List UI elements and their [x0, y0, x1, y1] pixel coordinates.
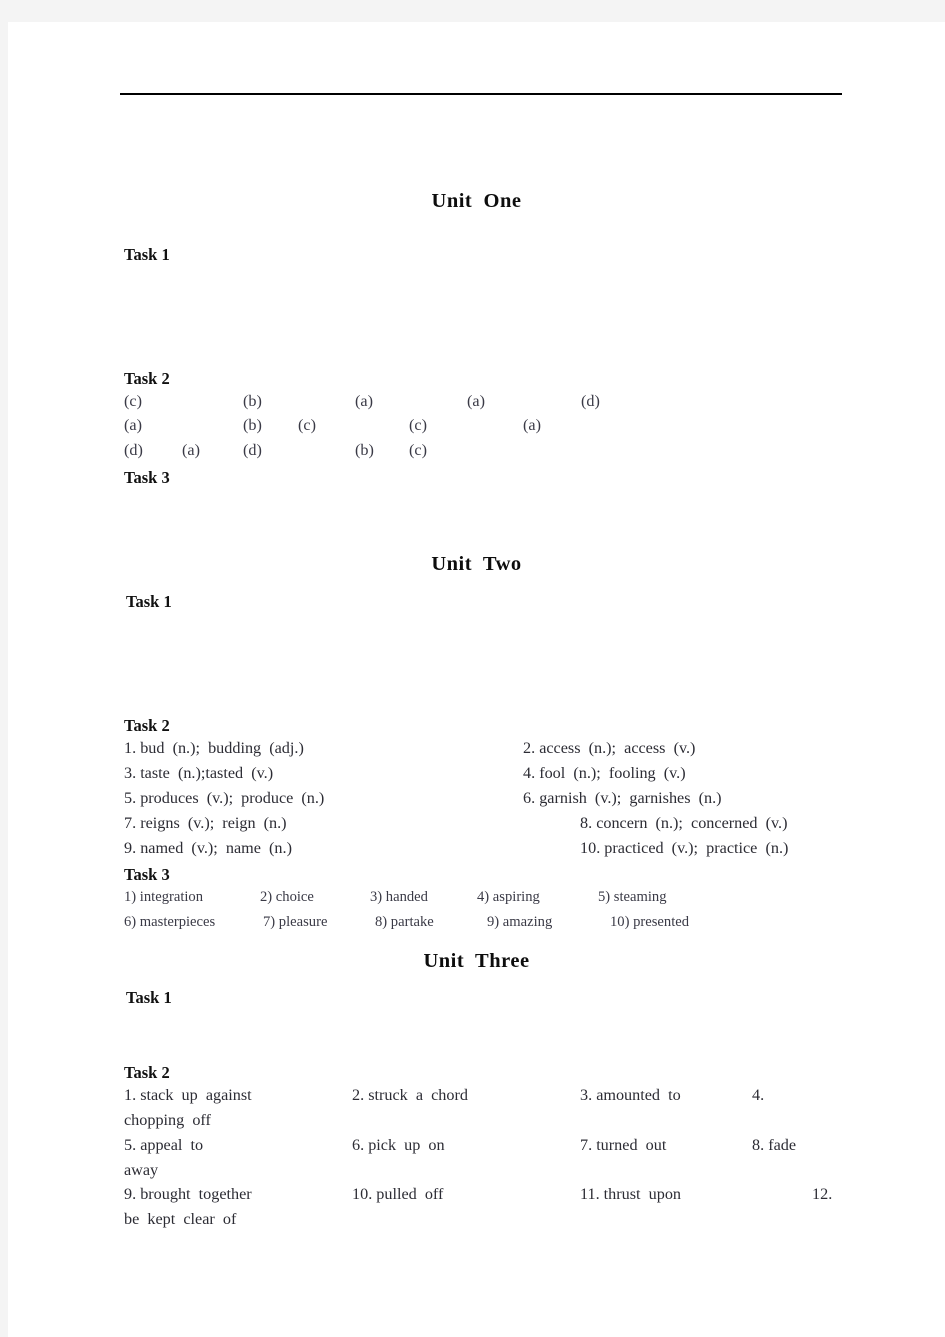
word-form-item: 9. named (v.); name (n.): [124, 839, 292, 857]
cloze-answer: 4) aspiring: [477, 889, 540, 905]
unit-one-task-1-label: Task 1: [124, 245, 170, 264]
unit-one-task-3-label: Task 3: [124, 468, 170, 487]
phrase-item: 5. appeal to: [124, 1136, 204, 1154]
answer-cell: (a): [467, 392, 485, 410]
answer-cell: (d): [243, 441, 262, 459]
answer-cell: (a): [355, 392, 373, 410]
word-form-item: 2. access (n.); access (v.): [523, 739, 696, 757]
answer-cell: (b): [243, 416, 262, 434]
word-form-item: 1. bud (n.); budding (adj.): [124, 739, 304, 757]
unit-one-task-2-label: Task 2: [124, 369, 170, 388]
phrase-item: 4.: [752, 1086, 765, 1104]
phrase-item: 9. brought together: [124, 1185, 252, 1203]
word-form-item: 5. produces (v.); produce (n.): [124, 789, 325, 807]
unit-one-heading: Unit One: [431, 190, 522, 212]
document-page: Unit One Task 1 Task 2 (c) (b) (a) (a) (…: [8, 22, 945, 1337]
unit-two-task-2-label: Task 2: [124, 716, 170, 735]
phrase-item: 6. pick up on: [352, 1136, 445, 1154]
word-form-item: 3. taste (n.);tasted (v.): [124, 764, 274, 782]
answer-cell: (a): [182, 441, 200, 459]
cloze-answer: 2) choice: [260, 889, 314, 905]
answer-cell: (c): [124, 392, 142, 410]
answer-cell: (b): [355, 441, 374, 459]
phrase-item: 11. thrust upon: [580, 1185, 682, 1203]
word-form-item: 7. reigns (v.); reign (n.): [124, 814, 287, 832]
unit-two-heading: Unit Two: [431, 553, 522, 575]
cloze-answer: 8) partake: [375, 914, 434, 930]
cloze-answer: 5) steaming: [598, 889, 667, 905]
word-form-item: 4. fool (n.); fooling (v.): [523, 764, 686, 782]
cloze-answer: 10) presented: [610, 914, 690, 930]
phrase-item: 8. fade: [752, 1136, 797, 1154]
phrase-item: 12.: [812, 1185, 833, 1203]
cloze-answer: 6) masterpieces: [124, 914, 216, 930]
answer-cell: (a): [523, 416, 541, 434]
unit-two-task-3-label: Task 3: [124, 865, 170, 884]
word-form-item: 10. practiced (v.); practice (n.): [580, 839, 789, 857]
phrase-item: 2. struck a chord: [352, 1086, 468, 1104]
cloze-answer: 3) handed: [370, 889, 428, 905]
unit-two-task-1-label: Task 1: [126, 592, 172, 611]
phrase-item: 10. pulled off: [352, 1185, 444, 1203]
word-form-item: 6. garnish (v.); garnishes (n.): [523, 789, 722, 807]
answer-cell: (c): [409, 441, 427, 459]
phrase-item-continuation: away: [124, 1161, 159, 1179]
answer-cell: (d): [581, 392, 600, 410]
cloze-answer: 9) amazing: [487, 914, 553, 930]
phrase-item: 3. amounted to: [580, 1086, 681, 1104]
answer-cell: (d): [124, 441, 143, 459]
cloze-answer: 7) pleasure: [263, 914, 328, 930]
phrase-item: 1. stack up against: [124, 1086, 252, 1104]
phrase-item-continuation: be kept clear of: [124, 1210, 237, 1228]
cloze-answer: 1) integration: [124, 889, 204, 905]
unit-three-heading: Unit Three: [423, 950, 530, 972]
word-form-item: 8. concern (n.); concerned (v.): [580, 814, 788, 832]
unit-three-task-2-label: Task 2: [124, 1063, 170, 1082]
header-rule: [120, 93, 842, 95]
answer-cell: (c): [409, 416, 427, 434]
answer-cell: (c): [298, 416, 316, 434]
unit-three-task-1-label: Task 1: [126, 988, 172, 1007]
answer-cell: (a): [124, 416, 142, 434]
phrase-item: 7. turned out: [580, 1136, 667, 1154]
answer-cell: (b): [243, 392, 262, 410]
phrase-item-continuation: chopping off: [124, 1111, 211, 1129]
